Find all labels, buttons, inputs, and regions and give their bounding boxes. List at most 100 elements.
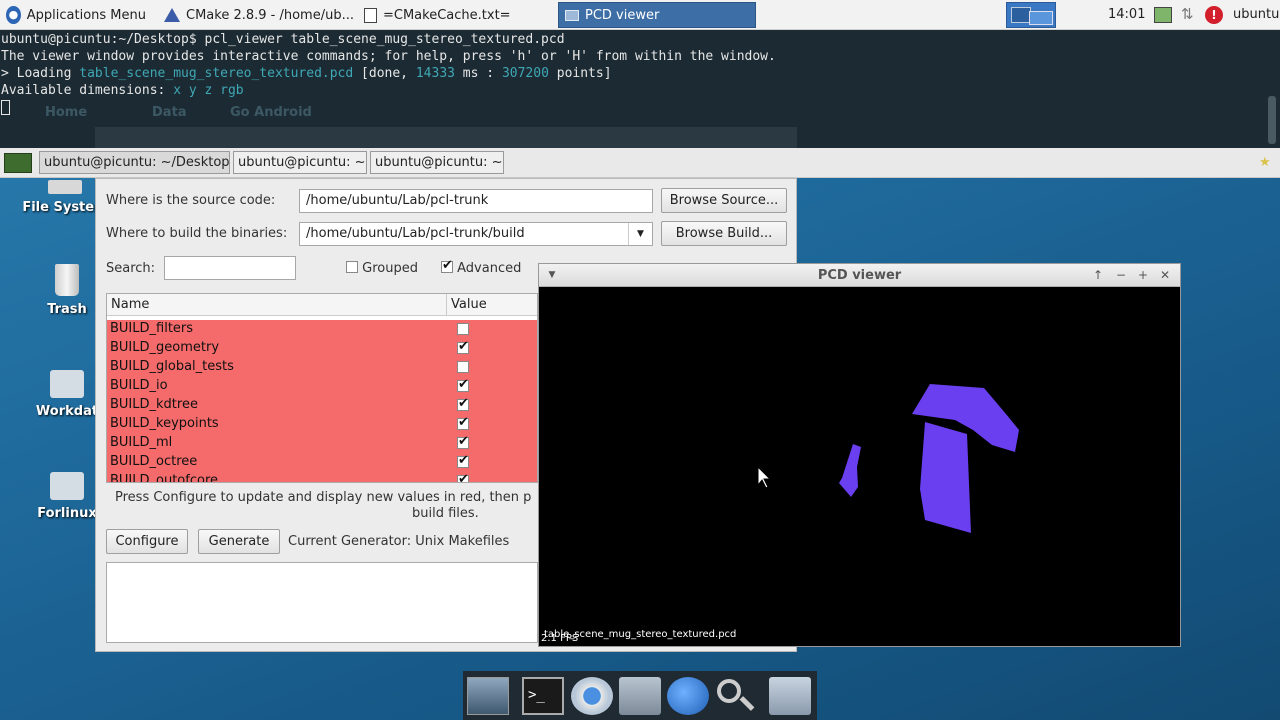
- row-name: BUILD_filters: [110, 321, 194, 336]
- build-label: Where to build the binaries:: [106, 226, 288, 241]
- applications-menu-button[interactable]: ● Applications Menu: [0, 2, 152, 28]
- text-editor-icon: [364, 7, 377, 23]
- cache-table[interactable]: Name Value BUILD_filters BUILD_geometry BU…: [106, 293, 538, 483]
- output-log[interactable]: [106, 562, 538, 643]
- build-path-combo[interactable]: /home/ubuntu/Lab/pcl-trunk/build ▼: [299, 222, 653, 246]
- terminal-dims-line: Available dimensions: x y z rgb: [1, 82, 244, 99]
- dock: >_: [463, 671, 817, 720]
- minimize-icon[interactable]: −: [1114, 267, 1128, 283]
- table-row[interactable]: BUILD_global_tests: [107, 358, 537, 377]
- folder-icon[interactable]: [769, 677, 811, 715]
- checkbox-checked-icon[interactable]: [457, 377, 469, 392]
- task-cmake[interactable]: CMake 2.8.9 - /home/ub...: [158, 2, 354, 28]
- maximize-icon[interactable]: +: [1136, 267, 1150, 283]
- update-alert-icon[interactable]: !: [1205, 6, 1223, 24]
- checkbox-checked-icon[interactable]: [457, 339, 469, 354]
- checkbox-checked-icon[interactable]: [457, 453, 469, 468]
- checkbox-checked-icon[interactable]: [457, 415, 469, 430]
- row-name: BUILD_octree: [110, 454, 198, 469]
- browse-source-button[interactable]: Browse Source...: [661, 188, 787, 213]
- generate-button[interactable]: Generate: [198, 529, 280, 554]
- task-pcd-viewer[interactable]: PCD viewer: [558, 2, 756, 28]
- workspace-thumb: [1011, 7, 1031, 23]
- task-cmakecache[interactable]: =CMakeCache.txt=: [358, 2, 554, 28]
- checkbox-checked-icon[interactable]: [457, 434, 469, 449]
- clock[interactable]: 14:01: [1108, 0, 1145, 30]
- col-value-header[interactable]: Value: [451, 297, 487, 312]
- loading-points: 307200: [501, 66, 549, 81]
- row-name: BUILD_geometry: [110, 340, 220, 355]
- folder-icon: [50, 472, 84, 500]
- file-manager-icon[interactable]: [619, 677, 661, 715]
- cmake-triangle-icon: [164, 8, 180, 22]
- table-row[interactable]: BUILD_ml: [107, 434, 537, 453]
- table-row[interactable]: BUILD_keypoints: [107, 415, 537, 434]
- checkbox-icon[interactable]: [457, 323, 469, 335]
- browser-icon[interactable]: [571, 677, 613, 715]
- browse-build-button[interactable]: Browse Build...: [661, 221, 787, 246]
- show-desktop-icon[interactable]: [467, 677, 509, 715]
- fps-readout: 2.1 FPS: [541, 633, 579, 644]
- terminal-loading-line: > Loading table_scene_mug_stereo_texture…: [1, 65, 612, 82]
- source-path-input[interactable]: /home/ubuntu/Lab/pcl-trunk: [299, 189, 653, 213]
- terminal[interactable]: ubuntu@picuntu:~/Desktop$ pcl_viewer tab…: [0, 30, 1280, 148]
- point-cloud: [839, 384, 1019, 533]
- row-name: BUILD_keypoints: [110, 416, 219, 431]
- terminal-menu-icon[interactable]: [4, 153, 32, 173]
- grouped-checkbox[interactable]: Grouped: [346, 261, 418, 276]
- web-browser-icon[interactable]: [667, 677, 709, 715]
- current-generator: Current Generator: Unix Makefiles: [288, 534, 510, 549]
- terminal-tab-1[interactable]: ubuntu@picuntu: ~/Desktop: [39, 151, 230, 174]
- terminal-tab-3[interactable]: ubuntu@picuntu: ~: [370, 151, 504, 174]
- terminal-cursor: [1, 99, 10, 116]
- table-row[interactable]: BUILD_filters: [107, 320, 537, 339]
- terminal-scrollbar[interactable]: [1268, 96, 1276, 144]
- workspace-thumb: [1029, 11, 1053, 25]
- shade-icon[interactable]: ↑: [1091, 267, 1105, 283]
- loading-ms-suffix: ms :: [454, 66, 502, 81]
- checkbox-icon[interactable]: [457, 361, 469, 373]
- terminal-tab-bar: ubuntu@picuntu: ~/Desktop ubuntu@picuntu…: [0, 148, 1280, 178]
- task-label: =CMakeCache.txt=: [383, 7, 511, 23]
- table-header: Name Value: [107, 294, 537, 316]
- col-name-header[interactable]: Name: [111, 297, 149, 312]
- cloud-segment-box: [920, 422, 971, 533]
- search-input[interactable]: [164, 256, 296, 280]
- applications-menu-label: Applications Menu: [26, 7, 146, 23]
- search-icon[interactable]: [715, 677, 757, 715]
- loading-file: table_scene_mug_stereo_textured.pcd: [79, 66, 354, 81]
- dropdown-arrow-icon[interactable]: ▼: [628, 223, 652, 245]
- advanced-checkbox[interactable]: Advanced: [441, 258, 521, 276]
- network-icon[interactable]: ⇅: [1181, 5, 1194, 23]
- checkbox-checked-icon[interactable]: [457, 472, 469, 482]
- workspace-switcher[interactable]: [1006, 2, 1056, 28]
- terminal-tab-2[interactable]: ubuntu@picuntu: ~: [233, 151, 367, 174]
- search-label: Search:: [106, 261, 156, 276]
- loading-mid: [done,: [353, 66, 416, 81]
- terminal-icon[interactable]: >_: [522, 677, 564, 715]
- cursor-icon: [1, 100, 10, 115]
- display-icon[interactable]: [1154, 7, 1172, 23]
- source-label: Where is the source code:: [106, 193, 276, 208]
- table-row[interactable]: BUILD_kdtree: [107, 396, 537, 415]
- loading-end: points]: [548, 66, 612, 81]
- checkbox-checked-icon[interactable]: [457, 396, 469, 411]
- xfce-logo-icon: ●: [6, 6, 21, 24]
- close-icon[interactable]: ✕: [1158, 267, 1172, 283]
- user-menu[interactable]: ubuntu: [1233, 0, 1279, 30]
- table-row[interactable]: BUILD_octree: [107, 453, 537, 472]
- row-name: BUILD_io: [110, 378, 168, 393]
- column-divider: [446, 294, 447, 316]
- pcd-viewer-window[interactable]: ▼ PCD viewer ↑ − + ✕ table_scene_mug_ste…: [538, 263, 1181, 647]
- checkbox-checked-icon: [441, 258, 453, 273]
- pcd-viewer-titlebar[interactable]: ▼ PCD viewer ↑ − + ✕: [539, 264, 1180, 287]
- configure-button[interactable]: Configure: [106, 529, 188, 554]
- table-row[interactable]: BUILD_geometry: [107, 339, 537, 358]
- star-icon[interactable]: ★: [1259, 155, 1271, 170]
- trash-icon: [55, 264, 79, 296]
- loading-ms: 14333: [415, 66, 455, 81]
- table-row[interactable]: BUILD_outofcore: [107, 472, 537, 482]
- point-cloud-render[interactable]: table_scene_mug_stereo_textured.pcd: [539, 287, 1180, 646]
- table-row[interactable]: BUILD_io: [107, 377, 537, 396]
- task-label: CMake 2.8.9 - /home/ub...: [186, 7, 354, 23]
